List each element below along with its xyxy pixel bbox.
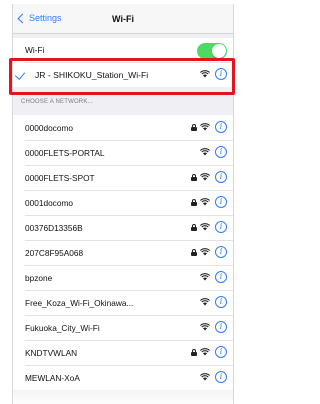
section-header: CHOOSE A NETWORK... [21, 99, 94, 105]
wifi-icon [200, 148, 210, 156]
navigation-bar: Settings Wi-Fi [13, 4, 233, 34]
lock-icon [191, 248, 197, 256]
info-icon[interactable]: i [215, 346, 227, 358]
wifi-settings-screen: Settings Wi-Fi Wi-Fi JR - SHIKOKU_Statio… [12, 4, 234, 404]
info-icon[interactable]: i [215, 296, 227, 308]
wifi-icon [200, 173, 210, 181]
wifi-icon [200, 323, 210, 331]
network-row[interactable]: 0000docomo i [13, 115, 233, 140]
network-row[interactable]: Fukuoka_City_Wi-Fi i [13, 315, 233, 340]
info-icon[interactable]: i [215, 246, 227, 258]
lock-icon [191, 348, 197, 356]
info-icon[interactable]: i [215, 271, 227, 283]
wifi-icon [200, 70, 210, 78]
network-row[interactable]: 207C8F95A068 i [13, 240, 233, 265]
wifi-icon [200, 348, 210, 356]
wifi-icon [200, 123, 210, 131]
network-list: 0000docomo i 0000FLETS-PORTAL i 0000FLET… [13, 115, 233, 390]
wifi-icon [200, 248, 210, 256]
network-row[interactable]: 0000FLETS-SPOT i [13, 165, 233, 190]
wifi-icon [200, 273, 210, 281]
network-row[interactable]: KNDTVWLAN i [13, 340, 233, 365]
info-icon[interactable]: i [215, 146, 227, 158]
info-icon[interactable]: i [215, 221, 227, 233]
network-row[interactable]: Free_Koza_Wi-Fi_Okinawa... i [13, 290, 233, 315]
lock-icon [191, 173, 197, 181]
wifi-icon [200, 298, 210, 306]
wifi-toggle-row: Wi-Fi [13, 38, 233, 62]
wifi-toggle-switch[interactable] [197, 43, 227, 59]
connected-network-row[interactable]: JR - SHIKOKU_Station_Wi-Fi i [13, 62, 233, 87]
page-title: Wi-Fi [112, 14, 134, 24]
network-row[interactable]: 00376D13356B i [13, 215, 233, 240]
lock-icon [191, 123, 197, 131]
info-icon[interactable]: i [215, 196, 227, 208]
wifi-status-group: Wi-Fi JR - SHIKOKU_Station_Wi-Fi i [13, 38, 233, 87]
checkmark-icon [14, 69, 26, 80]
info-icon[interactable]: i [215, 121, 227, 133]
info-icon[interactable]: i [215, 321, 227, 333]
wifi-icon [200, 198, 210, 206]
wifi-icon [200, 373, 210, 381]
network-row[interactable]: bpzone i [13, 265, 233, 290]
network-row[interactable]: 0001docomo i [13, 190, 233, 215]
info-icon[interactable]: i [215, 68, 227, 80]
info-icon[interactable]: i [215, 171, 227, 183]
scroll-fade [13, 382, 233, 404]
network-row[interactable]: 0000FLETS-PORTAL i [13, 140, 233, 165]
lock-icon [191, 198, 197, 206]
toggle-knob [212, 44, 226, 58]
lock-icon [191, 223, 197, 231]
wifi-toggle-label: Wi-Fi [25, 45, 45, 55]
wifi-icon [200, 223, 210, 231]
